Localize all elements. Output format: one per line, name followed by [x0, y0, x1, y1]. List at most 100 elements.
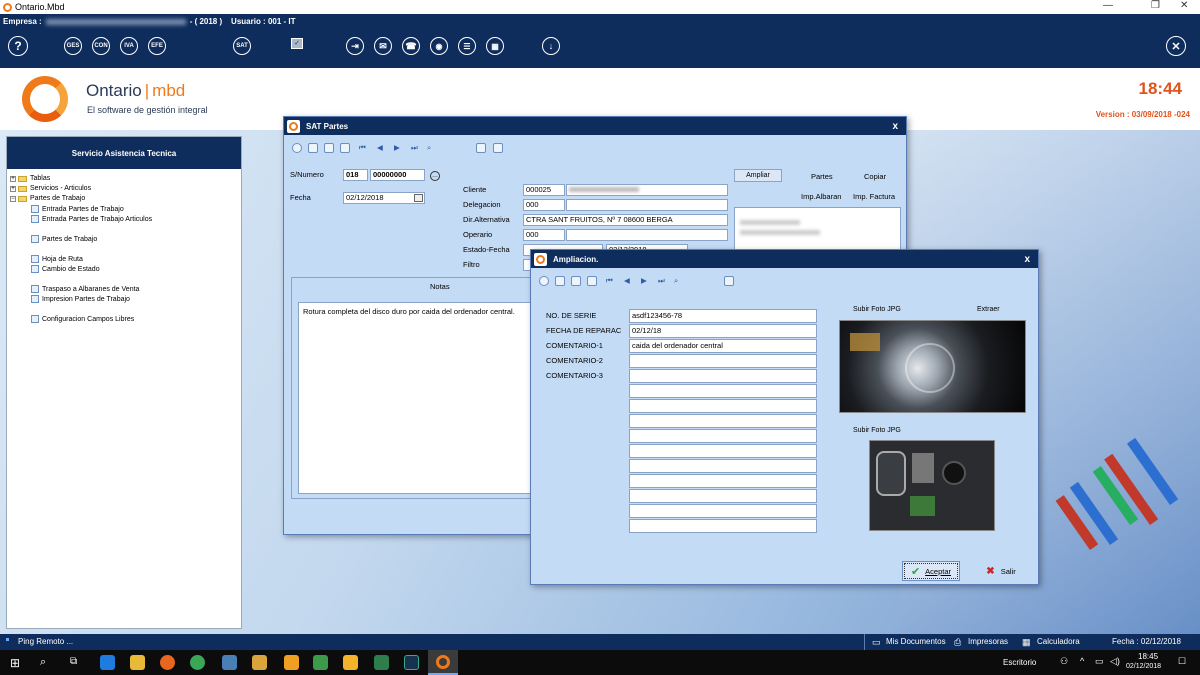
help-icon[interactable] — [539, 276, 549, 286]
con-button[interactable]: CON — [92, 37, 110, 55]
task-view-icon[interactable]: ⧉ — [70, 656, 77, 667]
last-record-icon[interactable]: ⏭ — [658, 276, 665, 286]
ampliar-button[interactable]: Ampliar — [734, 169, 782, 182]
comentario-1-field[interactable]: caida del ordenador central — [629, 339, 817, 353]
window-icon[interactable] — [476, 143, 486, 153]
sidebar-item-traspaso[interactable]: Traspaso a Albaranes de Venta — [31, 285, 139, 293]
login-icon[interactable]: ⇥ — [346, 37, 364, 55]
first-record-icon[interactable]: ⏮ — [606, 276, 613, 286]
delete-icon[interactable] — [340, 143, 350, 153]
next-record-icon[interactable]: ▶ — [394, 143, 400, 152]
network-icon[interactable]: ▭ — [1095, 656, 1104, 667]
prev-record-icon[interactable]: ◀ — [377, 143, 383, 152]
lookup-icon[interactable]: … — [430, 171, 440, 181]
sidebar-item-partes[interactable]: − Partes de Trabajo — [10, 195, 85, 202]
delete-icon[interactable] — [587, 276, 597, 286]
sidebar-item-entrada-partes-articulos[interactable]: Entrada Partes de Trabajo Articulos — [31, 215, 152, 223]
comentario-3-field[interactable] — [629, 369, 817, 383]
extra-field[interactable] — [629, 384, 817, 398]
cliente-code-field[interactable]: 000025 — [523, 184, 565, 196]
serie-field[interactable]: asdf123456-78 — [629, 309, 817, 323]
sidebar-item-partes-trabajo[interactable]: Partes de Trabajo — [31, 235, 97, 243]
exit-icon[interactable]: ✕ — [1166, 36, 1186, 56]
print-icon[interactable] — [493, 143, 503, 153]
escritorio-label[interactable]: Escritorio — [1003, 658, 1036, 667]
new-icon[interactable] — [308, 143, 318, 153]
sidebar-item-impresion[interactable]: Impresion Partes de Trabajo — [31, 295, 130, 303]
checkbox-icon[interactable]: ✓ — [291, 38, 303, 49]
calculadora-link[interactable]: Calculadora — [1037, 637, 1080, 646]
tray-arrow-icon[interactable]: ^ — [1080, 656, 1084, 666]
sat-button[interactable]: SAT — [233, 37, 251, 55]
salir-button[interactable]: ✖ Salir — [975, 561, 1027, 581]
extra-field[interactable] — [629, 489, 817, 503]
mis-documentos-link[interactable]: Mis Documentos — [886, 637, 946, 646]
minimize-icon[interactable]: — — [1103, 0, 1113, 11]
sidebar-item-configuracion[interactable]: Configuracion Campos Libres — [31, 315, 134, 323]
sidebar-item-servicios[interactable]: + Servicios - Articulos — [10, 185, 91, 192]
app-icon[interactable] — [222, 655, 237, 670]
help-icon[interactable] — [292, 143, 302, 153]
last-record-icon[interactable]: ⏭ — [411, 143, 418, 153]
notifications-icon[interactable]: ☐ — [1178, 656, 1186, 667]
folder-app-icon[interactable] — [252, 655, 267, 670]
ampliacion-close-button[interactable]: x — [1024, 254, 1030, 265]
mail-icon[interactable]: ✉ — [374, 37, 392, 55]
extra-field[interactable] — [629, 459, 817, 473]
operario-code-field[interactable]: 000 — [523, 229, 565, 241]
extra-field[interactable] — [629, 414, 817, 428]
remote-desktop-icon[interactable] — [404, 655, 419, 670]
phone-icon[interactable]: ☎ — [402, 37, 420, 55]
iva-button[interactable]: IVA — [120, 37, 138, 55]
maximize-icon[interactable]: ❐ — [1151, 0, 1160, 11]
edit-icon[interactable] — [571, 276, 581, 286]
extra-field[interactable] — [629, 429, 817, 443]
chrome-icon[interactable] — [190, 655, 205, 670]
delegacion-name-field[interactable] — [566, 199, 728, 211]
app-icon[interactable] — [284, 655, 299, 670]
snumero-number-field[interactable]: 00000000 — [370, 169, 425, 181]
sidebar-item-tablas[interactable]: + Tablas — [10, 175, 50, 182]
app-icon[interactable] — [313, 655, 328, 670]
terminal-icon[interactable] — [374, 655, 389, 670]
windows-start-icon[interactable]: ⊞ — [10, 656, 20, 670]
imp-factura-button[interactable]: Imp. Factura — [853, 192, 895, 201]
copiar-button[interactable]: Copiar — [864, 172, 886, 181]
extra-field[interactable] — [629, 474, 817, 488]
close-window-icon[interactable]: ✕ — [1180, 0, 1188, 11]
app-icon[interactable] — [343, 655, 358, 670]
diralt-field[interactable]: CTRA SANT FRUITOS, Nº 7 08600 BERGA — [523, 214, 728, 226]
first-record-icon[interactable]: ⏮ — [359, 143, 366, 153]
volume-icon[interactable]: ◁) — [1110, 656, 1120, 667]
prev-record-icon[interactable]: ◀ — [624, 276, 630, 285]
expand-icon[interactable]: + — [10, 175, 16, 182]
cliente-name-field[interactable] — [566, 184, 728, 196]
download-icon[interactable]: ↓ — [542, 37, 560, 55]
ges-button[interactable]: GES — [64, 37, 82, 55]
search-icon[interactable]: ⌕ — [40, 656, 46, 669]
comentario-2-field[interactable] — [629, 354, 817, 368]
search-icon[interactable]: ⌕ — [427, 143, 431, 153]
camera-icon[interactable]: ◉ — [430, 37, 448, 55]
sidebar-item-entrada-partes[interactable]: Entrada Partes de Trabajo — [31, 205, 124, 213]
sidebar-item-hoja-ruta[interactable]: Hoja de Ruta — [31, 255, 83, 263]
extra-field[interactable] — [629, 504, 817, 518]
efe-button[interactable]: EFE — [148, 37, 166, 55]
extra-field[interactable] — [629, 519, 817, 533]
next-record-icon[interactable]: ▶ — [641, 276, 647, 285]
people-icon[interactable]: ⚇ — [1060, 656, 1068, 667]
delegacion-code-field[interactable]: 000 — [523, 199, 565, 211]
extraer-1-button[interactable]: Extraer — [977, 306, 1000, 313]
ontario-taskbar-button[interactable] — [428, 650, 458, 675]
fecha-reparac-field[interactable]: 02/12/18 — [629, 324, 817, 338]
subir-foto-1-button[interactable]: Subir Foto JPG — [853, 306, 901, 313]
window-icon[interactable] — [724, 276, 734, 286]
explorer-icon[interactable] — [130, 655, 145, 670]
new-icon[interactable] — [555, 276, 565, 286]
firefox-icon[interactable] — [160, 655, 175, 670]
edge-icon[interactable] — [100, 655, 115, 670]
partes-button[interactable]: Partes — [811, 172, 833, 181]
impresoras-link[interactable]: Impresoras — [968, 637, 1008, 646]
calendar-picker-icon[interactable] — [414, 194, 423, 202]
edit-icon[interactable] — [324, 143, 334, 153]
